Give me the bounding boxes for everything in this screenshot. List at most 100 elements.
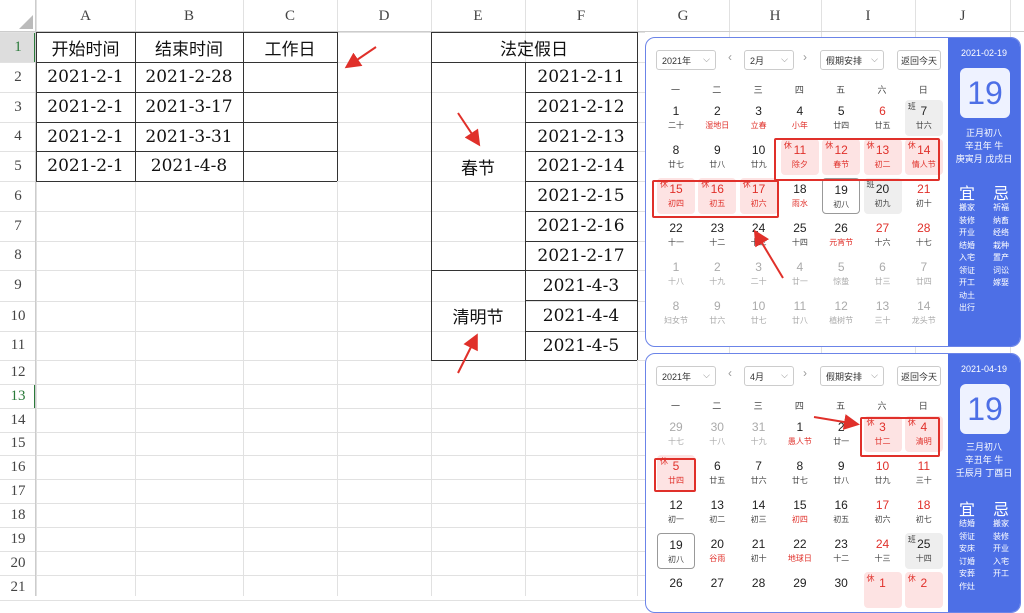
calendar-day[interactable]: 20 谷雨: [698, 533, 736, 569]
column-header-d[interactable]: D: [337, 0, 431, 32]
year-select[interactable]: 2021年 ⌵: [656, 50, 716, 70]
spring-date-cell[interactable]: 2021-2-16: [525, 211, 637, 241]
row-header-13[interactable]: 13: [0, 384, 36, 408]
calendar-day[interactable]: 28 十七: [905, 217, 943, 253]
calendar-day[interactable]: 5 惊蛰: [822, 256, 860, 292]
calendar-day[interactable]: 1休: [863, 572, 902, 608]
calendar-day[interactable]: 8 廿七: [657, 139, 695, 175]
calendar-day[interactable]: 10 廿七: [740, 295, 778, 331]
calendar-day[interactable]: 26: [657, 572, 695, 608]
calendar-day[interactable]: 2休: [904, 572, 943, 608]
row-header-6[interactable]: 6: [0, 181, 36, 211]
calendar-day[interactable]: 24 十三: [864, 533, 902, 569]
end-date-cell[interactable]: 2021-4-8: [135, 151, 243, 181]
row-header-1[interactable]: 1: [0, 32, 36, 62]
calendar-day[interactable]: 11 廿八: [781, 295, 819, 331]
row-header-3[interactable]: 3: [0, 92, 36, 122]
month-select[interactable]: 4月 ⌵: [744, 366, 794, 386]
row-header-5[interactable]: 5: [0, 151, 36, 181]
prev-month-icon[interactable]: ‹: [728, 50, 732, 64]
calendar-day[interactable]: 27 十六: [864, 217, 902, 253]
qingming-label[interactable]: 清明节: [431, 270, 525, 360]
calendar-day[interactable]: 13 初二: [698, 494, 736, 530]
spring-date-cell[interactable]: 2021-2-17: [525, 241, 637, 270]
header-cell[interactable]: 结束时间: [135, 32, 243, 62]
calendar-day[interactable]: 11 三十: [905, 455, 943, 491]
year-select[interactable]: 2021年 ⌵: [656, 366, 716, 386]
column-header-g[interactable]: G: [637, 0, 729, 32]
end-date-cell[interactable]: 2021-2-28: [135, 62, 243, 92]
calendar-day[interactable]: 17 初六: [864, 494, 902, 530]
calendar-day[interactable]: 2 湿地日: [698, 100, 736, 136]
calendar-day[interactable]: 12 初一: [657, 494, 695, 530]
row-header-18[interactable]: 18: [0, 503, 36, 527]
row-header-17[interactable]: 17: [0, 479, 36, 503]
calendar-day[interactable]: 7 廿六: [740, 455, 778, 491]
calendar-day[interactable]: 8 妇女节: [657, 295, 695, 331]
calendar-day[interactable]: 9 廿八: [822, 455, 860, 491]
header-cell[interactable]: 开始时间: [36, 32, 135, 62]
calendar-day[interactable]: 9 廿八: [698, 139, 736, 175]
calendar-day[interactable]: 29 十七: [657, 416, 695, 452]
spring-date-cell[interactable]: 2021-2-14: [525, 151, 637, 181]
column-header-b[interactable]: B: [135, 0, 243, 32]
calendar-day[interactable]: 4 小年: [781, 100, 819, 136]
calendar-day[interactable]: 6 廿三: [864, 256, 902, 292]
calendar-day[interactable]: 19 初八: [822, 178, 861, 214]
start-date-cell[interactable]: 2021-2-1: [36, 122, 135, 151]
calendar-day[interactable]: 2 廿一: [822, 416, 860, 452]
holiday-select[interactable]: 假期安排 ⌵: [820, 50, 884, 70]
calendar-day[interactable]: 29: [781, 572, 819, 608]
calendar-day[interactable]: 1 愚人节: [781, 416, 819, 452]
row-header-21[interactable]: 21: [0, 575, 36, 600]
calendar-day[interactable]: 21 初十: [740, 533, 778, 569]
calendar-day[interactable]: 6 廿五: [864, 100, 902, 136]
calendar-day[interactable]: 20 初九班: [863, 178, 902, 214]
header-cell[interactable]: 工作日: [243, 32, 337, 62]
calendar-day[interactable]: 5 廿四: [822, 100, 860, 136]
end-date-cell[interactable]: 2021-3-31: [135, 122, 243, 151]
calendar-day[interactable]: 14 初三: [740, 494, 778, 530]
calendar-day[interactable]: 13 三十: [864, 295, 902, 331]
calendar-day[interactable]: 9 廿六: [698, 295, 736, 331]
spring-date-cell[interactable]: 2021-2-11: [525, 62, 637, 92]
column-header-e[interactable]: E: [431, 0, 525, 32]
row-header-12[interactable]: 12: [0, 360, 36, 384]
holiday-header-cell[interactable]: 法定假日: [431, 32, 637, 62]
row-header-15[interactable]: 15: [0, 432, 36, 455]
calendar-day[interactable]: 28: [740, 572, 778, 608]
month-select[interactable]: 2月 ⌵: [744, 50, 794, 70]
calendar-day[interactable]: 15 初四: [781, 494, 819, 530]
calendar-day[interactable]: 23 十二: [822, 533, 860, 569]
row-header-10[interactable]: 10: [0, 301, 36, 331]
end-date-cell[interactable]: 2021-3-17: [135, 92, 243, 122]
calendar-day[interactable]: 18 雨水: [781, 178, 819, 214]
calendar-day[interactable]: 30 十八: [698, 416, 736, 452]
qingming-date-cell[interactable]: 2021-4-3: [525, 270, 637, 301]
start-date-cell[interactable]: 2021-2-1: [36, 62, 135, 92]
row-header-20[interactable]: 20: [0, 551, 36, 575]
calendar-day[interactable]: 21 初十: [905, 178, 943, 214]
holiday-select[interactable]: 假期安排 ⌵: [820, 366, 884, 386]
next-month-icon[interactable]: ›: [803, 50, 807, 64]
back-today-button[interactable]: 返回今天: [897, 50, 941, 70]
column-header-a[interactable]: A: [36, 0, 135, 32]
start-date-cell[interactable]: 2021-2-1: [36, 92, 135, 122]
select-all-corner[interactable]: [0, 0, 36, 32]
calendar-day[interactable]: 25 十四: [781, 217, 819, 253]
row-header-2[interactable]: 2: [0, 62, 36, 92]
calendar-day[interactable]: 4 廿一: [781, 256, 819, 292]
calendar-day[interactable]: 1 十八: [657, 256, 695, 292]
calendar-day[interactable]: 7 廿四: [905, 256, 943, 292]
calendar-day[interactable]: 8 廿七: [781, 455, 819, 491]
calendar-day[interactable]: 31 十九: [740, 416, 778, 452]
calendar-day[interactable]: 22 十一: [657, 217, 695, 253]
calendar-day[interactable]: 19 初八: [657, 533, 695, 569]
row-header-11[interactable]: 11: [0, 331, 36, 360]
back-today-button[interactable]: 返回今天: [897, 366, 941, 386]
qingming-date-cell[interactable]: 2021-4-4: [525, 301, 637, 331]
row-header-14[interactable]: 14: [0, 408, 36, 432]
calendar-day[interactable]: 7 廿六班: [904, 100, 943, 136]
calendar-day[interactable]: 24 十三: [740, 217, 778, 253]
calendar-day[interactable]: 12 植树节: [822, 295, 860, 331]
